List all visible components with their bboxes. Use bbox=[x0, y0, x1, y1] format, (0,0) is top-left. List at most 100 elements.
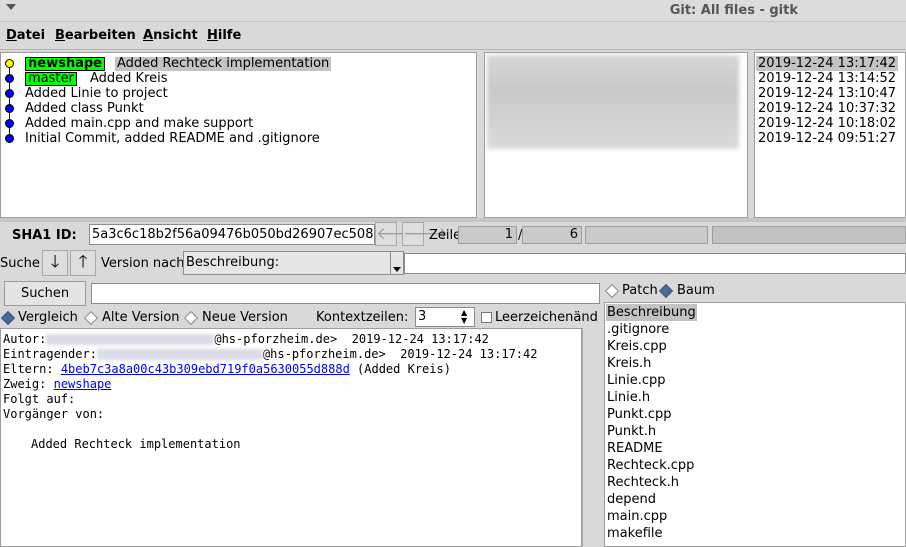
date-row[interactable]: 2019-12-24 10:37:32 bbox=[758, 101, 896, 116]
title-bar: Git: All files - gitk bbox=[0, 0, 906, 22]
chevron-down-icon[interactable] bbox=[390, 251, 404, 275]
search-input[interactable] bbox=[91, 283, 600, 304]
forward-arrow-icon[interactable]: 🡒 bbox=[402, 222, 449, 246]
branch-line: Zweig: newshape bbox=[3, 377, 111, 392]
author-line: Autor: @hs-pforzheim.de> 2019-12-24 13:17… bbox=[3, 332, 489, 347]
menu-datei[interactable]: Datei bbox=[6, 28, 45, 43]
file-item[interactable]: README bbox=[607, 440, 663, 457]
whitespace-label[interactable]: Leerzeichenänd bbox=[495, 310, 598, 325]
old-version-label[interactable]: Alte Version bbox=[102, 310, 180, 325]
commit-dot-icon bbox=[5, 104, 14, 113]
sha-label: SHA1 ID: bbox=[12, 228, 77, 243]
committer-label: Eintragender: bbox=[3, 347, 97, 361]
date-row[interactable]: 2019-12-24 09:51:27 bbox=[758, 131, 896, 146]
commit-dot-icon bbox=[5, 134, 14, 143]
author-domain: @hs-pforzheim.de> bbox=[214, 332, 338, 346]
branch-tag[interactable]: newshape bbox=[25, 57, 105, 71]
patch-radio[interactable] bbox=[604, 283, 620, 299]
progress-field bbox=[585, 226, 708, 244]
row-label: Zeile bbox=[429, 228, 462, 243]
commit-message-body: Added Rechteck implementation bbox=[31, 437, 241, 451]
back-arrow-icon[interactable]: 🡐 bbox=[375, 222, 422, 246]
date-row[interactable]: 2019-12-24 13:14:52 bbox=[758, 71, 896, 86]
author-date: 2019-12-24 13:17:42 bbox=[351, 332, 489, 346]
commit-row[interactable]: Initial Commit, added README and .gitign… bbox=[1, 131, 476, 146]
file-item[interactable]: Kreis.h bbox=[607, 355, 651, 372]
search-pattern-input[interactable] bbox=[404, 253, 906, 274]
commit-details[interactable]: Autor: @hs-pforzheim.de> 2019-12-24 13:17… bbox=[0, 328, 582, 547]
new-version-label[interactable]: Neue Version bbox=[202, 310, 288, 325]
committer-line: Eintragender: @hs-pforzheim.de> 2019-12-2… bbox=[3, 347, 537, 362]
file-item[interactable]: main.cpp bbox=[607, 508, 667, 525]
tree-radio[interactable] bbox=[658, 283, 674, 299]
commit-message: Added class Punkt bbox=[25, 101, 144, 116]
whitespace-checkbox[interactable] bbox=[481, 312, 492, 323]
patch-label[interactable]: Patch bbox=[622, 283, 658, 298]
sha-field[interactable]: 5a3c6c18b2f56a09476b050bd26907ec5086870d bbox=[89, 224, 375, 245]
version-label: Version nach bbox=[101, 256, 185, 271]
parent-label: Eltern: bbox=[3, 362, 54, 376]
row-total: 6 bbox=[522, 226, 582, 244]
commit-row[interactable]: newshape Added Rechteck implementation bbox=[1, 56, 476, 71]
window-menu-icon[interactable] bbox=[6, 4, 16, 10]
file-item[interactable]: Linie.cpp bbox=[607, 372, 666, 389]
file-list[interactable]: Beschreibung .gitignore Kreis.cpp Kreis.… bbox=[604, 302, 906, 547]
search-button[interactable]: Suchen bbox=[4, 281, 86, 306]
commit-row[interactable]: Added class Punkt bbox=[1, 101, 476, 116]
file-item[interactable]: Punkt.h bbox=[607, 423, 656, 440]
pane-separator[interactable] bbox=[0, 218, 906, 222]
new-version-radio[interactable] bbox=[183, 310, 199, 326]
file-item[interactable]: makefile bbox=[607, 525, 663, 542]
file-item[interactable]: Punkt.cpp bbox=[607, 406, 672, 423]
author-list[interactable] bbox=[484, 52, 748, 218]
branch-link[interactable]: newshape bbox=[54, 377, 112, 391]
committer-domain: @hs-pforzheim.de> bbox=[262, 347, 386, 361]
commit-list[interactable]: newshape Added Rechteck implementation m… bbox=[0, 52, 477, 218]
old-version-radio[interactable] bbox=[83, 310, 99, 326]
menu-ansicht[interactable]: Ansicht bbox=[143, 28, 198, 43]
window-title: Git: All files - gitk bbox=[669, 3, 798, 18]
file-item[interactable]: .gitignore bbox=[607, 321, 669, 338]
author-label: Autor: bbox=[3, 332, 47, 346]
tree-label[interactable]: Baum bbox=[677, 283, 715, 298]
details-scrollbar[interactable] bbox=[582, 328, 600, 547]
parent-sha-link[interactable]: 4beb7c3a8a00c43b309ebd719f0a5630055d888d bbox=[61, 362, 350, 376]
spin-arrows-icon[interactable]: ▲ ▼ bbox=[461, 309, 467, 325]
committer-date: 2019-12-24 13:17:42 bbox=[400, 347, 538, 361]
commit-message: Added Rechteck implementation bbox=[115, 56, 332, 71]
file-item[interactable]: Linie.h bbox=[607, 389, 650, 406]
compare-radio[interactable] bbox=[0, 310, 16, 326]
branch-tag[interactable]: master bbox=[25, 72, 77, 86]
parent-line: Eltern: 4beb7c3a8a00c43b309ebd719f0a5630… bbox=[3, 362, 451, 377]
compare-label[interactable]: Vergleich bbox=[18, 310, 78, 325]
menu-hilfe[interactable]: Hilfe bbox=[207, 28, 241, 43]
commit-dot-icon bbox=[5, 89, 14, 98]
date-row[interactable]: 2019-12-24 13:17:42 bbox=[756, 56, 899, 71]
commit-row[interactable]: Added Linie to project bbox=[1, 86, 476, 101]
parent-message: (Added Kreis) bbox=[357, 362, 451, 376]
row-current: 1 bbox=[458, 226, 517, 244]
follows-label: Folgt auf: bbox=[3, 392, 76, 406]
commit-dot-icon bbox=[5, 119, 14, 128]
file-item[interactable]: Rechteck.h bbox=[607, 474, 679, 491]
search-field-select[interactable]: Beschreibung: bbox=[183, 251, 391, 275]
file-item[interactable]: Kreis.cpp bbox=[607, 338, 667, 355]
commit-row[interactable]: master Added Kreis bbox=[1, 71, 476, 86]
date-row[interactable]: 2019-12-24 10:18:02 bbox=[758, 116, 896, 131]
commit-message: Added main.cpp and make support bbox=[25, 116, 254, 131]
search-down-icon[interactable]: 🡓 bbox=[42, 250, 68, 276]
search-up-icon[interactable]: 🡑 bbox=[70, 250, 96, 276]
menu-bar: Datei Bearbeiten Ansicht Hilfe bbox=[0, 22, 906, 50]
file-item[interactable]: Beschreibung bbox=[606, 304, 697, 321]
file-item[interactable]: Rechteck.cpp bbox=[607, 457, 694, 474]
date-row[interactable]: 2019-12-24 13:10:47 bbox=[758, 86, 896, 101]
file-item[interactable]: depend bbox=[607, 491, 656, 508]
context-label: Kontextzeilen: bbox=[316, 310, 409, 325]
commit-dot-icon bbox=[5, 74, 14, 83]
commit-dot-icon bbox=[5, 59, 14, 68]
commit-row[interactable]: Added main.cpp and make support bbox=[1, 116, 476, 131]
menu-bearbeiten[interactable]: Bearbeiten bbox=[55, 28, 136, 43]
date-list[interactable]: 2019-12-24 13:17:42 2019-12-24 13:14:52 … bbox=[754, 52, 906, 218]
status-bar bbox=[712, 226, 906, 244]
branch-label: Zweig: bbox=[3, 377, 47, 391]
